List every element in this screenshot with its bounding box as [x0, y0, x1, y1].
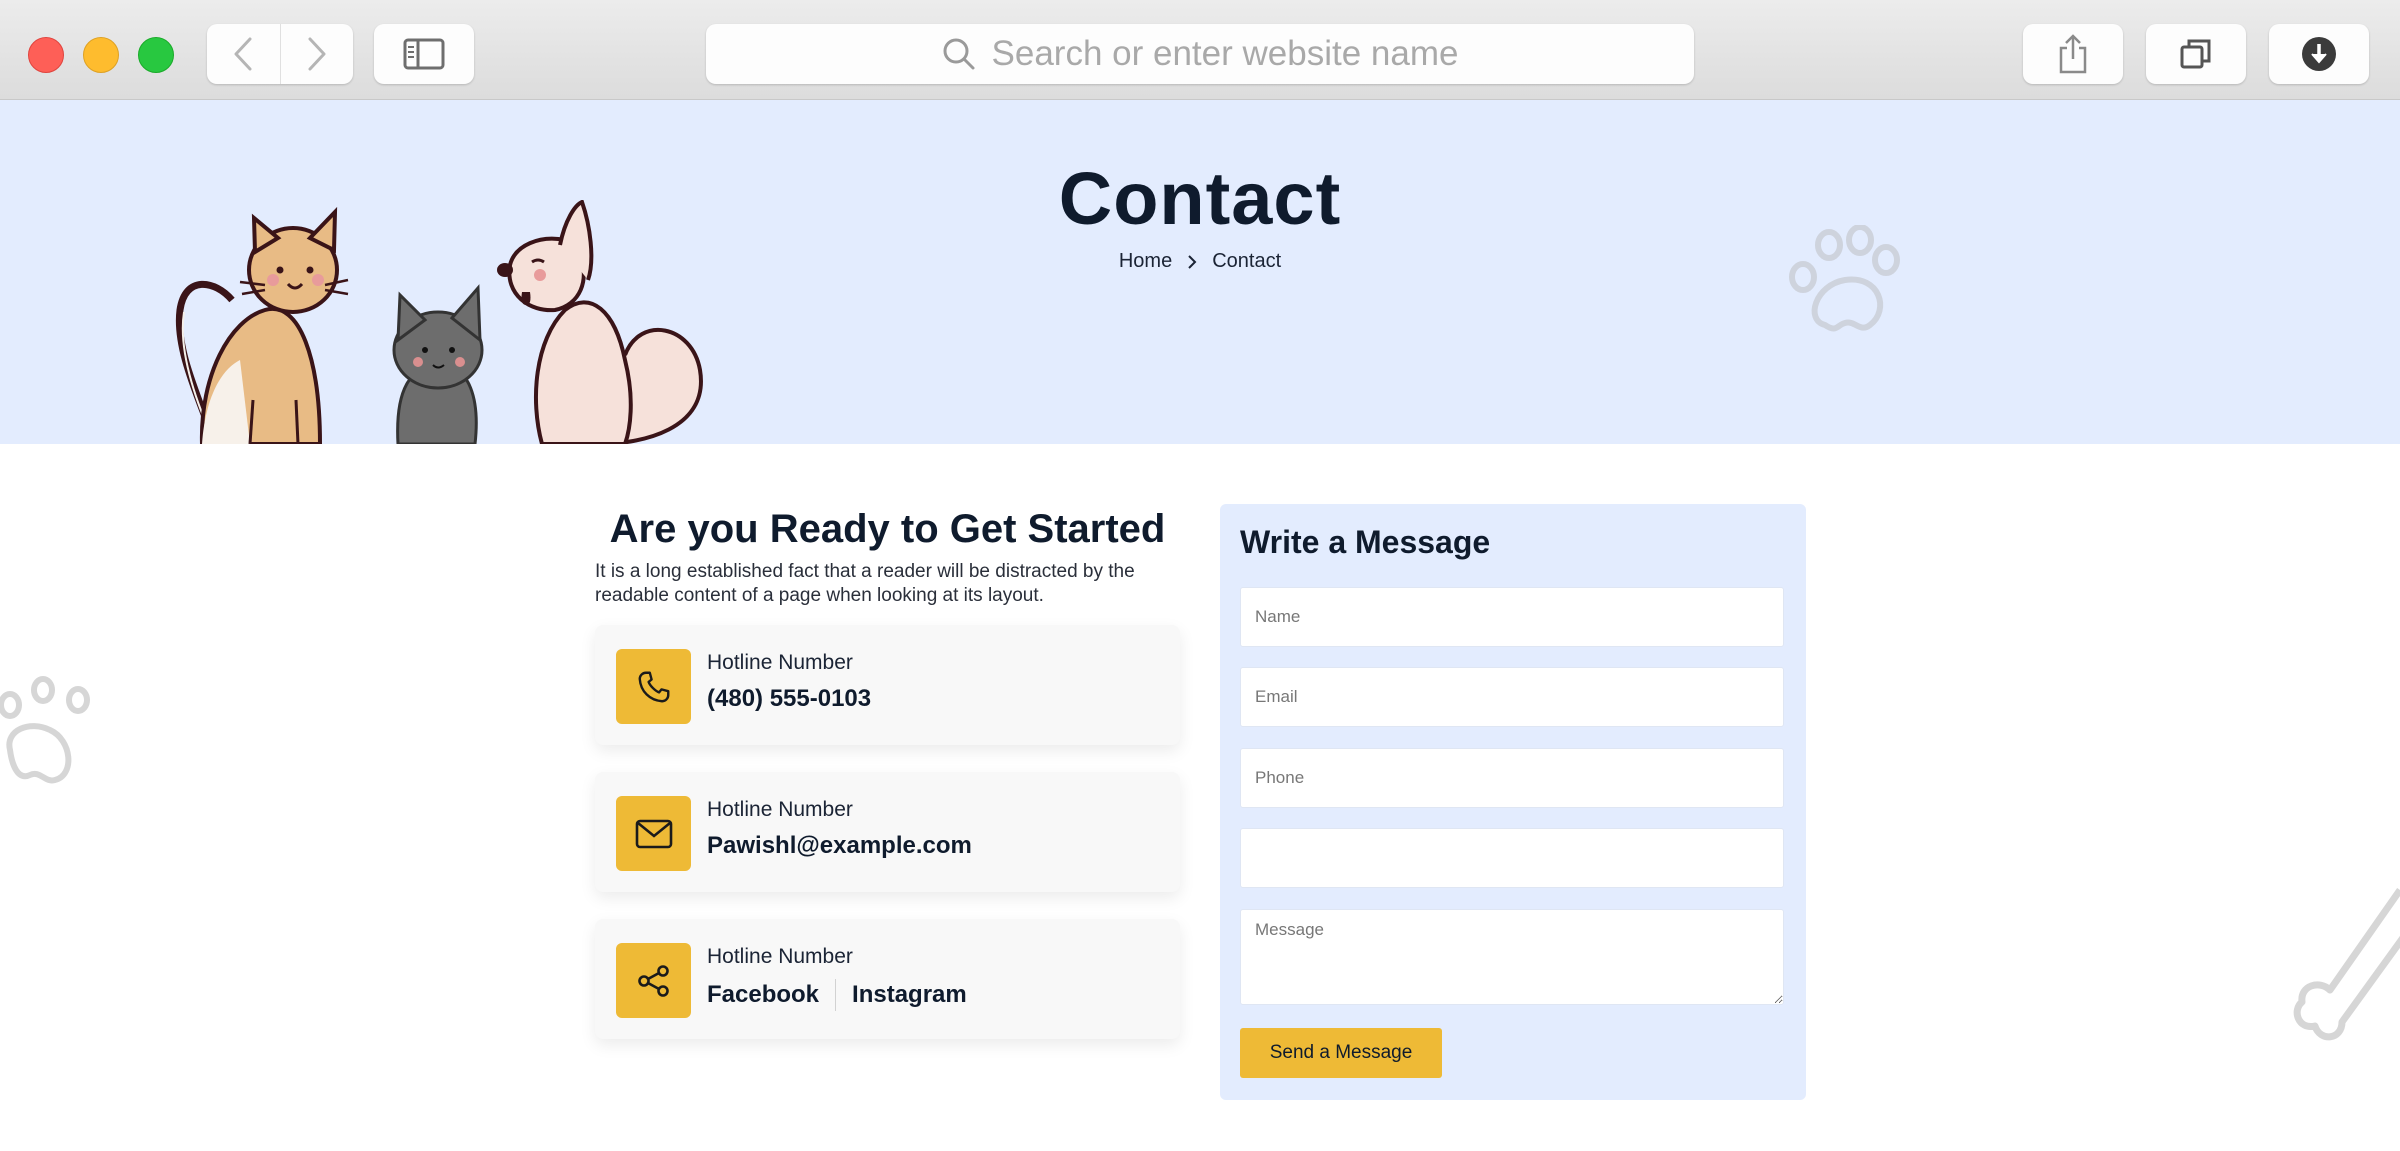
facebook-link[interactable]: Facebook: [707, 981, 819, 1009]
card-icon-box: [616, 649, 691, 724]
sidebar-button[interactable]: [374, 24, 474, 84]
section-description: It is a long established fact that a rea…: [595, 561, 1135, 606]
card-label: Hotline Number: [707, 945, 853, 968]
divider: [835, 979, 837, 1011]
chevron-right-icon: [308, 37, 326, 71]
bone-icon: [2293, 887, 2400, 1041]
chevron-right-icon: [1188, 254, 1197, 269]
close-window-button[interactable]: [28, 37, 64, 73]
browser-toolbar: Search or enter website name: [0, 0, 2400, 100]
back-button[interactable]: [207, 24, 280, 84]
sidebar-icon: [403, 38, 445, 70]
breadcrumb-home-link[interactable]: Home: [1119, 250, 1172, 273]
email-address[interactable]: Pawishl@example.com: [707, 832, 972, 860]
forward-button[interactable]: [279, 24, 354, 84]
address-placeholder: Search or enter website name: [991, 34, 1459, 73]
card-icon-box: [616, 943, 691, 1018]
tabs-overview-button[interactable]: [2146, 24, 2246, 84]
instagram-link[interactable]: Instagram: [852, 981, 967, 1009]
page-title: Contact: [1058, 157, 1342, 240]
breadcrumb-current: Contact: [1212, 250, 1282, 272]
paw-print-icon: [0, 676, 90, 784]
contact-card-email: Hotline Number Pawishl@example.com: [595, 772, 1180, 892]
social-links: Facebook Instagram: [707, 979, 967, 1011]
share-button[interactable]: [2023, 24, 2123, 84]
share-icon: [2059, 34, 2087, 74]
contact-info-section: Are you Ready to Get Started It is a lon…: [595, 500, 1180, 1039]
zoom-window-button[interactable]: [138, 37, 174, 73]
send-message-button[interactable]: Send a Message: [1240, 1028, 1442, 1078]
card-label: Hotline Number: [707, 651, 853, 674]
form-title: Write a Message: [1240, 524, 1491, 560]
name-field[interactable]: [1240, 587, 1784, 647]
contact-card-phone: Hotline Number (480) 555-0103: [595, 625, 1180, 745]
card-label: Hotline Number: [707, 798, 853, 821]
message-form: Write a Message Send a Message: [1220, 504, 1806, 1100]
phone-icon: [638, 671, 669, 702]
tabs-icon: [2180, 39, 2211, 69]
message-field[interactable]: [1240, 909, 1784, 1005]
phone-field[interactable]: [1240, 748, 1784, 808]
downloads-button[interactable]: [2269, 24, 2369, 84]
minimize-window-button[interactable]: [83, 37, 119, 73]
share-icon: [637, 964, 669, 997]
card-icon-box: [616, 796, 691, 871]
breadcrumb: Home Contact: [0, 250, 2400, 273]
page-hero: Contact Home Contact: [0, 100, 2400, 444]
subject-field[interactable]: [1240, 828, 1784, 888]
mail-icon: [635, 819, 672, 848]
chevron-left-icon: [234, 37, 252, 71]
address-bar[interactable]: Search or enter website name: [706, 24, 1694, 84]
navigation-buttons: [207, 24, 353, 84]
phone-number[interactable]: (480) 555-0103: [707, 685, 871, 713]
paw-print-icon: [1789, 225, 1900, 332]
download-icon: [2302, 37, 2336, 71]
search-icon: [943, 38, 975, 70]
contact-card-social: Hotline Number Facebook Instagram: [595, 919, 1180, 1039]
section-title: Are you Ready to Get Started: [609, 507, 1166, 551]
email-field[interactable]: [1240, 667, 1784, 727]
